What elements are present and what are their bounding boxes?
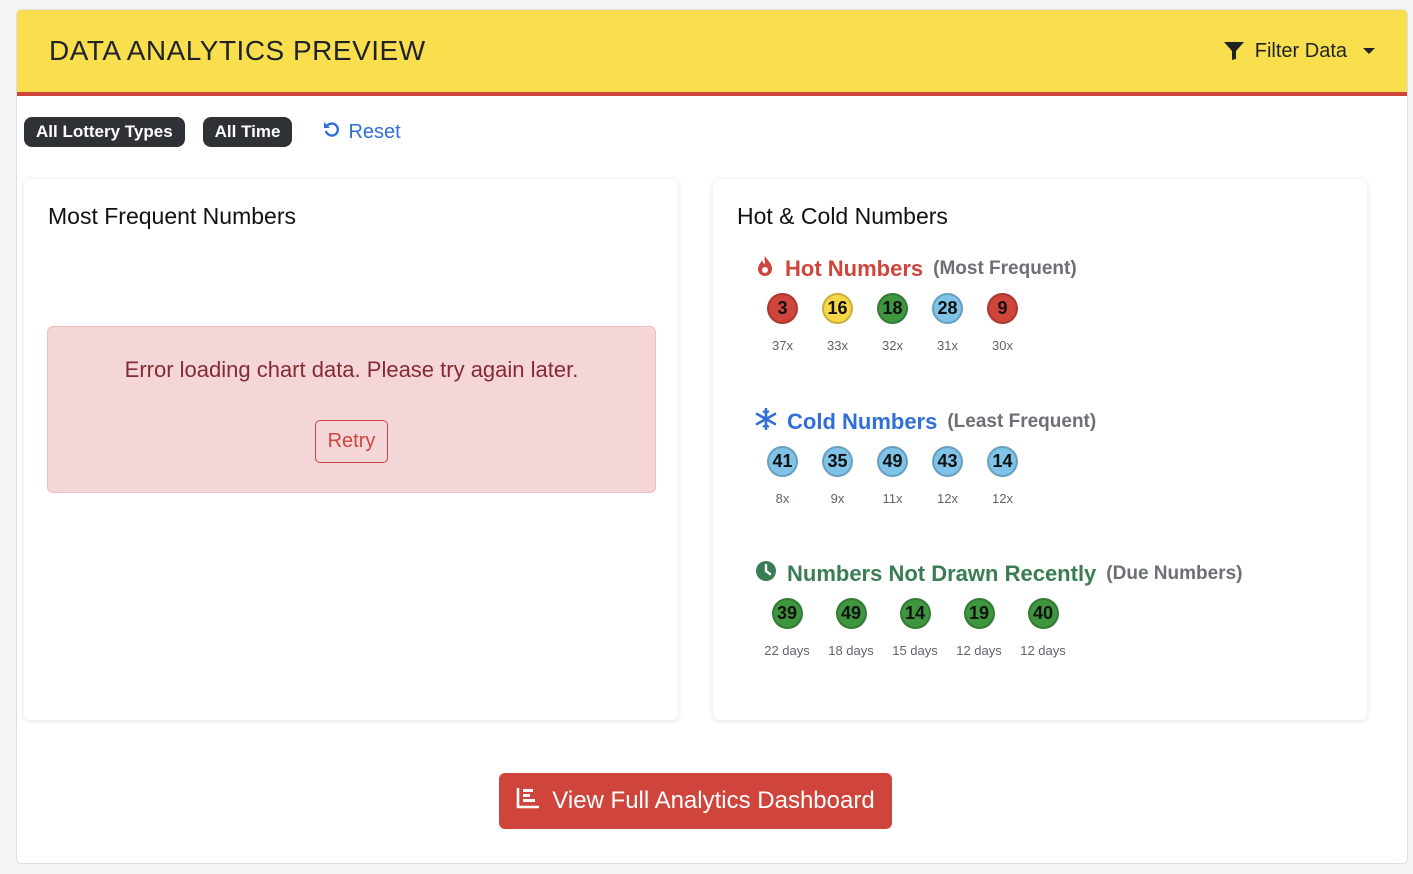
cold-numbers-list: 41 8x 35 9x 49 11x 43 12x 14 12x	[755, 446, 1096, 506]
number-ball: 49	[835, 598, 867, 629]
number-ball-item: 35 9x	[810, 446, 865, 506]
number-ball-stat: 33x	[827, 338, 848, 353]
number-ball-item: 14 12x	[975, 446, 1030, 506]
number-ball-stat: 12x	[992, 491, 1013, 506]
number-ball-stat: 12 days	[956, 643, 1002, 658]
number-ball: 43	[932, 446, 963, 477]
due-numbers-header: Numbers Not Drawn Recently (Due Numbers)	[755, 560, 1242, 588]
active-filters: All Lottery Types All Time Reset	[24, 117, 401, 147]
chart-bar-icon	[516, 786, 540, 817]
filter-data-label: Filter Data	[1254, 39, 1347, 62]
number-ball-item: 9 30x	[975, 293, 1030, 353]
number-ball-item: 41 8x	[755, 446, 810, 506]
number-ball-stat: 22 days	[764, 643, 810, 658]
number-ball-item: 28 31x	[920, 293, 975, 353]
number-ball-stat: 8x	[775, 491, 790, 506]
number-ball: 28	[932, 293, 963, 324]
number-ball: 41	[767, 446, 798, 477]
filter-tag-lottery-type: All Lottery Types	[24, 117, 185, 147]
most-frequent-panel: Most Frequent Numbers Error loading char…	[24, 179, 678, 720]
number-ball-stat: 12 days	[1020, 643, 1066, 658]
number-ball-item: 19 12 days	[947, 598, 1011, 658]
number-ball-item: 39 22 days	[755, 598, 819, 658]
number-ball-stat: 31x	[937, 338, 958, 353]
chart-error-alert: Error loading chart data. Please try aga…	[47, 326, 656, 493]
hot-numbers-header: Hot Numbers (Most Frequent)	[755, 255, 1077, 283]
number-ball: 3	[767, 293, 798, 324]
error-message: Error loading chart data. Please try aga…	[124, 357, 579, 382]
hot-cold-panel: Hot & Cold Numbers Hot Numbers (Most Fre…	[713, 179, 1367, 720]
number-ball-item: 3 37x	[755, 293, 810, 353]
filter-icon	[1223, 41, 1245, 61]
cold-numbers-section: Cold Numbers (Least Frequent) 41 8x 35 9x 49…	[755, 407, 1097, 506]
undo-icon	[322, 119, 342, 145]
hot-numbers-subtitle: (Most Frequent)	[933, 258, 1077, 279]
number-ball-item: 18 32x	[865, 293, 920, 353]
number-ball: 35	[822, 446, 853, 477]
number-ball-stat: 37x	[772, 338, 793, 353]
view-full-dashboard-label: View Full Analytics Dashboard	[552, 787, 875, 814]
number-ball-item: 16 33x	[810, 293, 865, 353]
cold-numbers-header: Cold Numbers (Least Frequent)	[755, 407, 1097, 436]
number-ball-stat: 30x	[992, 338, 1013, 353]
number-ball-stat: 32x	[882, 338, 903, 353]
number-ball: 40	[1027, 598, 1059, 629]
hot-numbers-list: 3 37x 16 33x 18 32x 28 31x 9 30x	[755, 293, 1077, 353]
cold-numbers-title: Cold Numbers	[787, 409, 938, 434]
number-ball: 18	[877, 293, 908, 324]
number-ball: 14	[987, 446, 1018, 477]
number-ball: 39	[771, 598, 803, 629]
number-ball-stat: 18 days	[828, 643, 874, 658]
fire-icon	[755, 255, 775, 283]
number-ball: 49	[877, 446, 908, 477]
due-numbers-section: Numbers Not Drawn Recently (Due Numbers)…	[755, 560, 1242, 658]
number-ball: 19	[963, 598, 995, 629]
filter-data-dropdown[interactable]: Filter Data	[1223, 40, 1375, 63]
retry-button[interactable]: Retry	[314, 420, 389, 463]
clock-icon	[755, 560, 777, 588]
number-ball-item: 49 18 days	[819, 598, 883, 658]
number-ball-item: 43 12x	[920, 446, 975, 506]
cold-numbers-subtitle: (Least Frequent)	[947, 411, 1097, 432]
number-ball: 16	[822, 293, 853, 324]
view-full-dashboard-button[interactable]: View Full Analytics Dashboard	[499, 773, 892, 829]
filter-tag-time-range: All Time	[202, 117, 293, 147]
reset-button[interactable]: Reset	[322, 119, 401, 145]
page-title: DATA ANALYTICS PREVIEW	[49, 35, 426, 66]
card-header: DATA ANALYTICS PREVIEW Filter Data	[17, 10, 1407, 96]
number-ball-stat: 12x	[937, 491, 958, 506]
hot-numbers-section: Hot Numbers (Most Frequent) 3 37x 16 33x 18 3…	[755, 255, 1077, 353]
hot-numbers-title: Hot Numbers	[785, 256, 924, 281]
snowflake-icon	[755, 407, 777, 436]
most-frequent-title: Most Frequent Numbers	[48, 203, 296, 229]
number-ball-stat: 9x	[830, 491, 845, 506]
number-ball-stat: 15 days	[892, 643, 938, 658]
reset-label: Reset	[348, 120, 401, 143]
due-numbers-subtitle: (Due Numbers)	[1106, 563, 1243, 584]
number-ball-item: 49 11x	[865, 446, 920, 506]
number-ball: 9	[987, 293, 1018, 324]
number-ball-item: 14 15 days	[883, 598, 947, 658]
due-numbers-title: Numbers Not Drawn Recently	[787, 561, 1097, 586]
number-ball: 14	[899, 598, 931, 629]
number-ball-stat: 11x	[882, 491, 903, 506]
number-ball-item: 40 12 days	[1011, 598, 1075, 658]
chevron-down-icon	[1363, 48, 1375, 54]
due-numbers-list: 39 22 days 49 18 days 14 15 days 19 12 days 40 12…	[755, 598, 1242, 658]
hot-cold-title: Hot & Cold Numbers	[737, 203, 948, 229]
